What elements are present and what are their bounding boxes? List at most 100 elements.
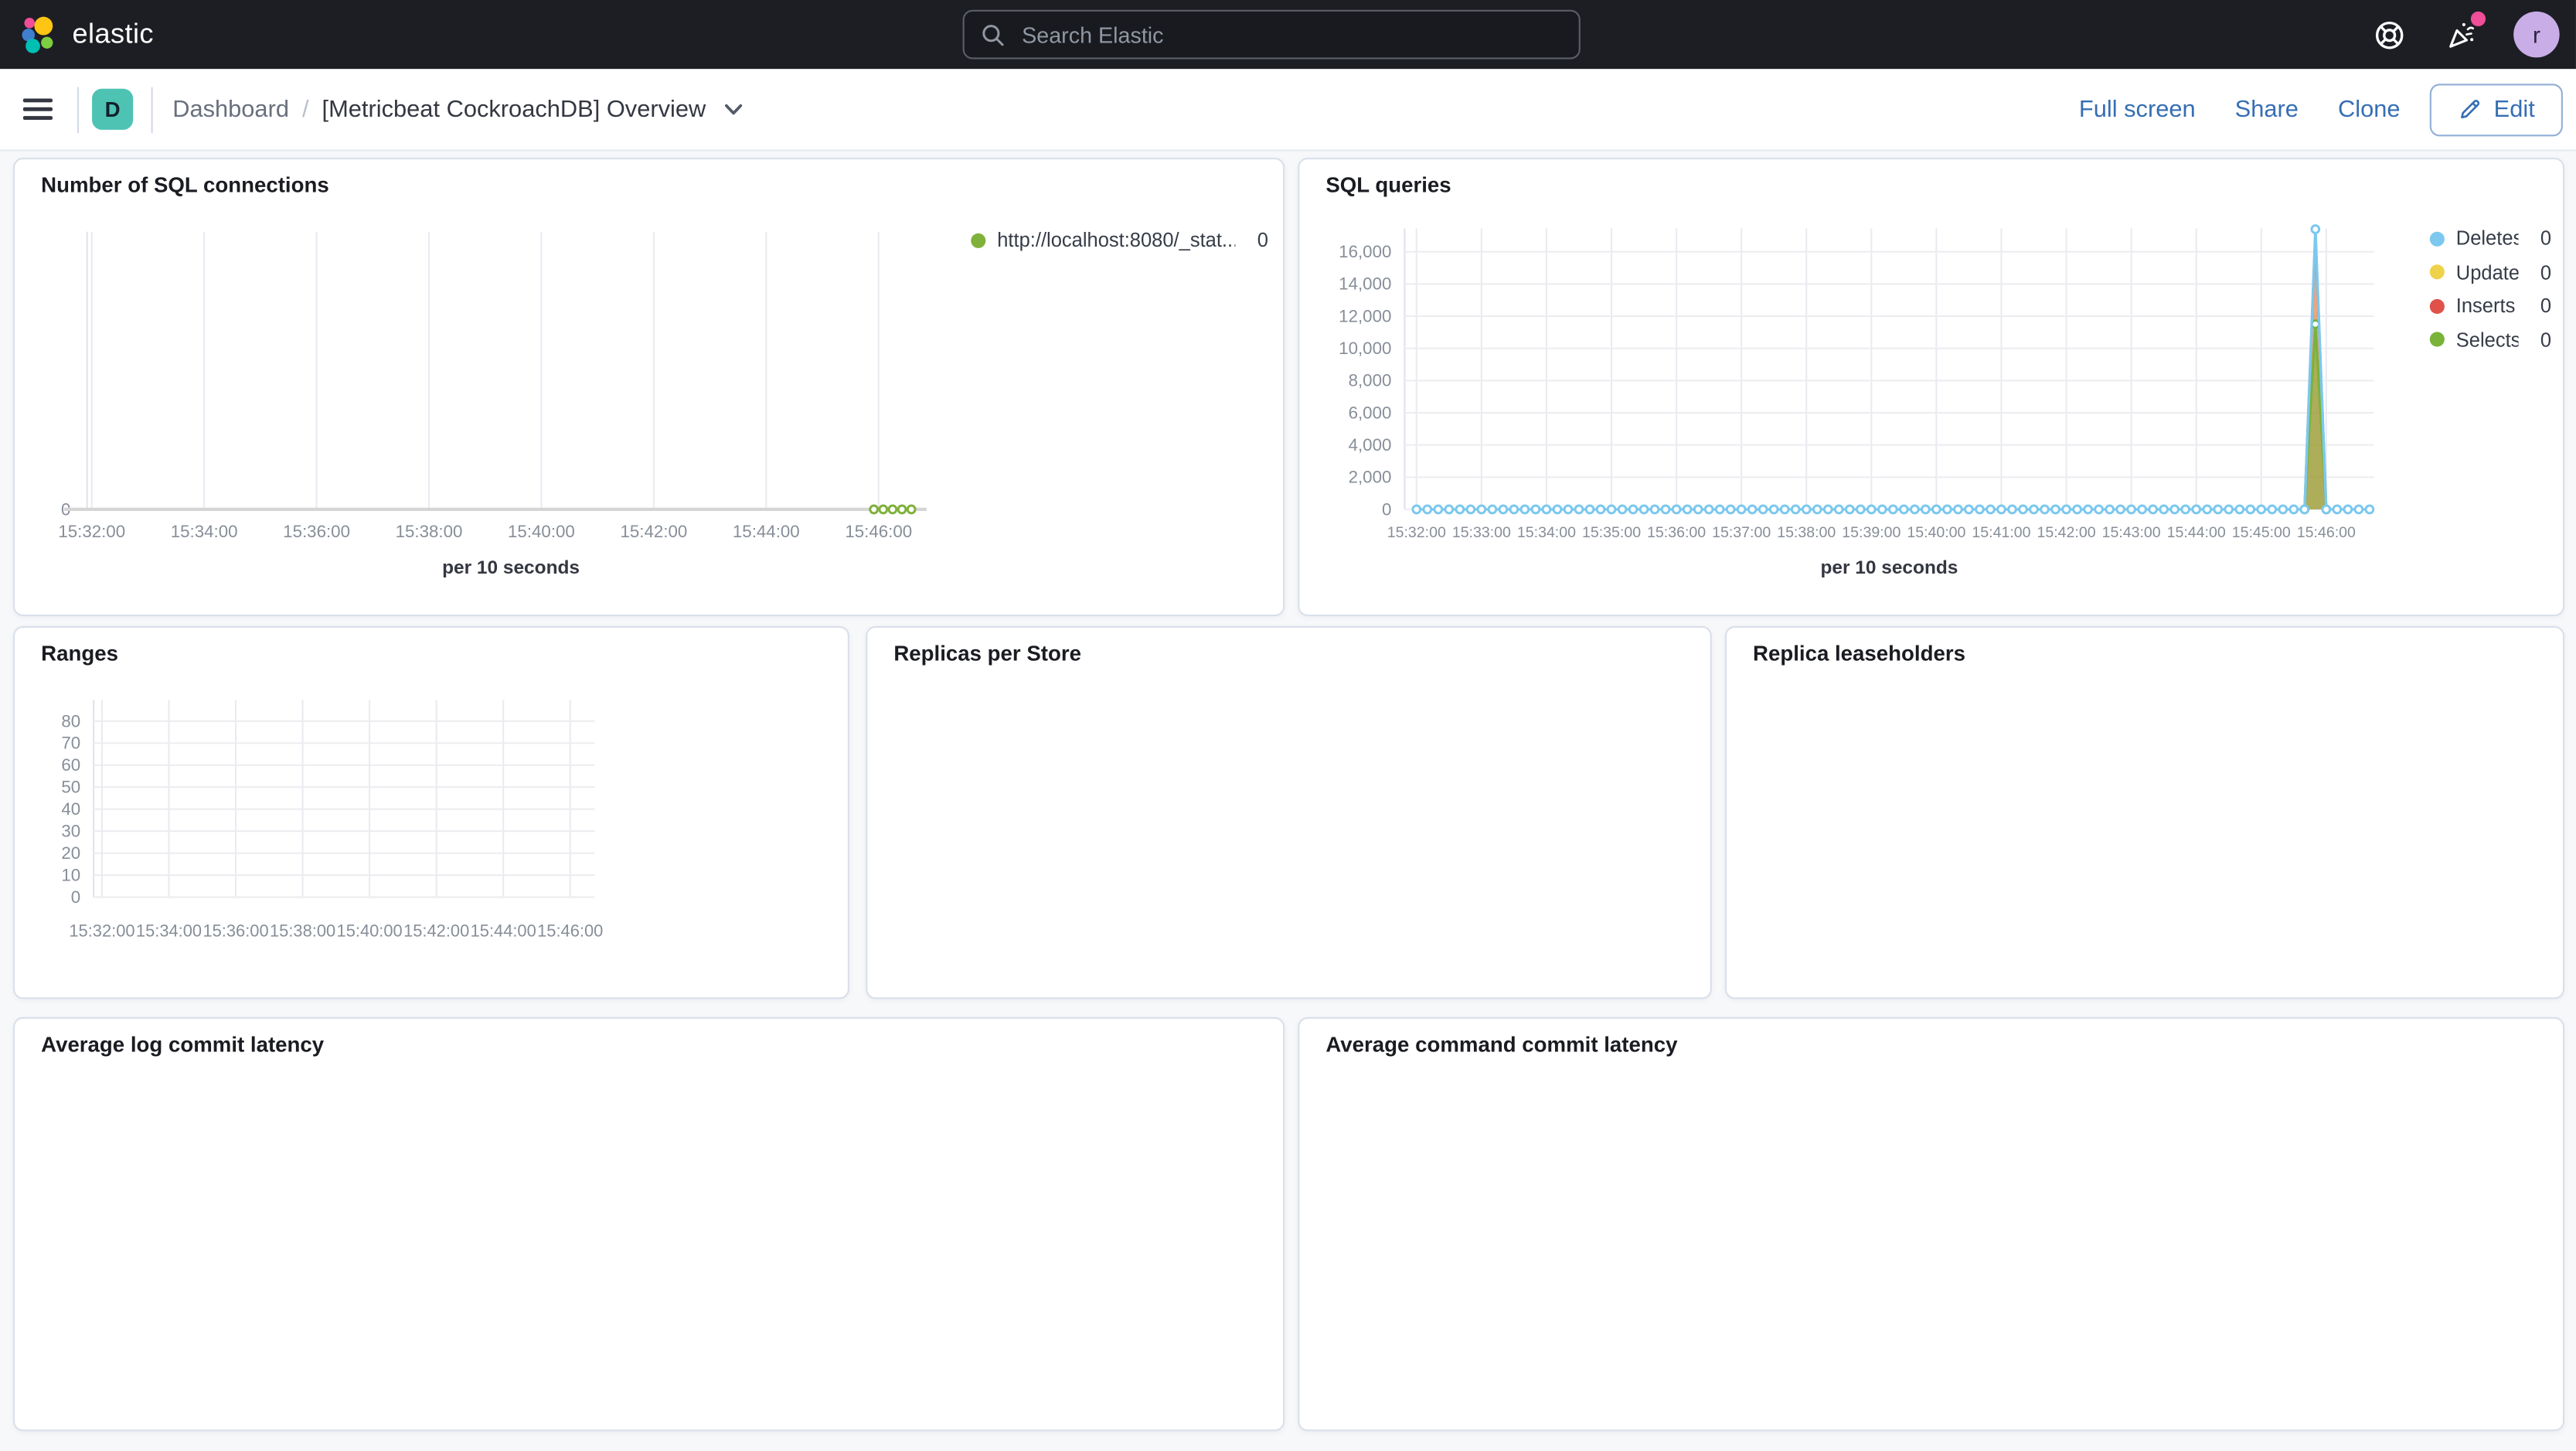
dashboard-toolbar: D Dashboard / [Metricbeat CockroachDB] O… — [0, 69, 2576, 152]
svg-text:14,000: 14,000 — [1339, 274, 1391, 294]
legend-label: Deletes — [2455, 227, 2520, 250]
panel-avg-command-commit-latency: Average command commit latency — [1298, 1017, 2565, 1432]
svg-text:15:41:00: 15:41:00 — [1972, 524, 2030, 541]
chart-sql-queries[interactable]: 15:32:00 15:33:00 15:34:00 15:35:00 15:36:00… — [1299, 159, 2566, 618]
svg-text:15:40:00: 15:40:00 — [1907, 524, 1965, 541]
svg-text:15:37:00: 15:37:00 — [1712, 524, 1771, 541]
kibana-dashboard: elastic Search Elastic r D Dashboard / [… — [0, 0, 2576, 1451]
chart-ranges[interactable]: 15:32:00 15:34:00 15:36:00 15:38:00 15:40:00… — [15, 628, 851, 1001]
svg-text:per 10 seconds: per 10 seconds — [442, 557, 580, 578]
search-icon — [981, 22, 1006, 47]
top-nav-bar: elastic Search Elastic r — [0, 0, 2576, 70]
svg-text:6,000: 6,000 — [1349, 403, 1392, 422]
panel-title[interactable]: Number of SQL connections — [41, 172, 329, 197]
panel-title[interactable]: Replicas per Store — [893, 641, 1081, 666]
legend-label: Updates — [2455, 261, 2520, 284]
legend-swatch-icon — [2429, 231, 2445, 247]
svg-text:15:36:00: 15:36:00 — [1647, 524, 1706, 541]
legend-swatch-icon — [2429, 298, 2445, 314]
elastic-home-link[interactable]: elastic — [20, 0, 154, 69]
full-screen-button[interactable]: Full screen — [2079, 96, 2196, 122]
panel-replicas-per-store: Replicas per Store — [866, 625, 1712, 1000]
svg-text:15:42:00: 15:42:00 — [2037, 524, 2095, 541]
notification-dot — [2470, 11, 2486, 27]
svg-text:15:44:00: 15:44:00 — [2167, 524, 2226, 541]
svg-text:15:38:00: 15:38:00 — [396, 522, 463, 541]
chevron-down-icon[interactable] — [723, 99, 744, 121]
panel-title[interactable]: SQL queries — [1325, 172, 1451, 197]
newsfeed-icon[interactable] — [2442, 11, 2486, 54]
svg-text:40: 40 — [61, 799, 80, 819]
svg-text:15:32:00: 15:32:00 — [69, 921, 134, 941]
menu-hamburger-icon[interactable] — [22, 95, 53, 123]
panel-avg-log-commit-latency: Average log commit latency — [13, 1017, 1285, 1432]
svg-text:60: 60 — [61, 755, 80, 775]
legend-swatch-icon — [2429, 332, 2445, 348]
panel-title[interactable]: Ranges — [41, 641, 118, 666]
legend-value: 0 — [2540, 295, 2552, 318]
legend-label: http://localhost:8080/_stat... — [997, 228, 1237, 252]
legend-value: 0 — [2540, 227, 2552, 250]
svg-text:15:35:00: 15:35:00 — [1582, 524, 1641, 541]
panel-title[interactable]: Average log commit latency — [41, 1032, 324, 1057]
edit-button[interactable]: Edit — [2429, 83, 2563, 136]
svg-text:10,000: 10,000 — [1339, 339, 1391, 358]
svg-text:4,000: 4,000 — [1349, 435, 1392, 455]
svg-text:15:34:00: 15:34:00 — [171, 522, 238, 541]
legend-item[interactable]: Inserts 0 — [2429, 289, 2552, 323]
panel-ranges: Ranges 15:32:00 15:34:00 15:36:00 15:38:00 1… — [13, 625, 851, 1001]
page-title: [Metricbeat CockroachDB] Overview — [322, 96, 706, 123]
legend-swatch-icon — [971, 233, 986, 248]
panel-number-of-sql-connections: Number of SQL connections 15:32:00 15:34:… — [13, 158, 1285, 617]
toolbar-divider — [151, 86, 153, 133]
chart-legend: http://localhost:8080/_stat... 0 — [971, 223, 1268, 257]
svg-text:30: 30 — [61, 822, 80, 841]
breadcrumb-dashboard-link[interactable]: Dashboard — [172, 96, 289, 122]
legend-item[interactable]: http://localhost:8080/_stat... 0 — [971, 223, 1268, 257]
svg-text:80: 80 — [61, 711, 80, 731]
space-switcher[interactable]: D — [92, 88, 134, 130]
svg-text:15:33:00: 15:33:00 — [1452, 524, 1511, 541]
svg-text:15:45:00: 15:45:00 — [2232, 524, 2291, 541]
panel-title[interactable]: Replica leaseholders — [1753, 641, 1965, 666]
svg-text:70: 70 — [61, 734, 80, 753]
legend-item[interactable]: Updates 0 — [2429, 256, 2552, 290]
global-search[interactable] — [962, 9, 1581, 60]
svg-text:0: 0 — [71, 887, 80, 907]
panel-title[interactable]: Average command commit latency — [1325, 1032, 1677, 1057]
search-input[interactable] — [1018, 20, 1563, 49]
svg-text:15:46:00: 15:46:00 — [2297, 524, 2356, 541]
svg-text:15:39:00: 15:39:00 — [1842, 524, 1901, 541]
svg-text:2,000: 2,000 — [1349, 468, 1392, 487]
svg-text:15:42:00: 15:42:00 — [620, 522, 687, 541]
brand-label: elastic — [72, 18, 154, 49]
svg-text:8,000: 8,000 — [1349, 371, 1392, 390]
svg-text:15:40:00: 15:40:00 — [508, 522, 575, 541]
svg-text:15:34:00: 15:34:00 — [136, 921, 202, 941]
share-button[interactable]: Share — [2235, 96, 2299, 122]
legend-value: 0 — [1257, 228, 1268, 252]
svg-text:15:38:00: 15:38:00 — [270, 921, 335, 941]
panel-replica-leaseholders: Replica leaseholders — [1724, 625, 2565, 1000]
svg-text:15:36:00: 15:36:00 — [202, 921, 268, 941]
breadcrumb-separator: / — [301, 96, 309, 123]
svg-text:15:34:00: 15:34:00 — [1517, 524, 1576, 541]
edit-button-label: Edit — [2493, 96, 2535, 123]
legend-label: Selects — [2455, 328, 2520, 352]
legend-item[interactable]: Selects 0 — [2429, 323, 2551, 357]
svg-text:15:40:00: 15:40:00 — [337, 921, 403, 941]
svg-text:15:46:00: 15:46:00 — [845, 522, 912, 541]
clone-button[interactable]: Clone — [2338, 96, 2401, 122]
legend-label: Inserts — [2455, 295, 2516, 318]
svg-text:15:44:00: 15:44:00 — [471, 921, 536, 941]
user-avatar[interactable]: r — [2513, 11, 2560, 58]
svg-text:per 10 seconds: per 10 seconds — [1820, 557, 1958, 578]
breadcrumb: Dashboard / [Metricbeat CockroachDB] Ove… — [172, 96, 744, 122]
legend-item[interactable]: Deletes 0 — [2429, 222, 2552, 256]
legend-swatch-icon — [2429, 264, 2445, 280]
toolbar-divider — [77, 86, 80, 133]
help-icon[interactable] — [2369, 15, 2408, 54]
svg-text:16,000: 16,000 — [1339, 242, 1391, 261]
legend-value: 0 — [2540, 261, 2552, 284]
svg-text:15:43:00: 15:43:00 — [2102, 524, 2161, 541]
